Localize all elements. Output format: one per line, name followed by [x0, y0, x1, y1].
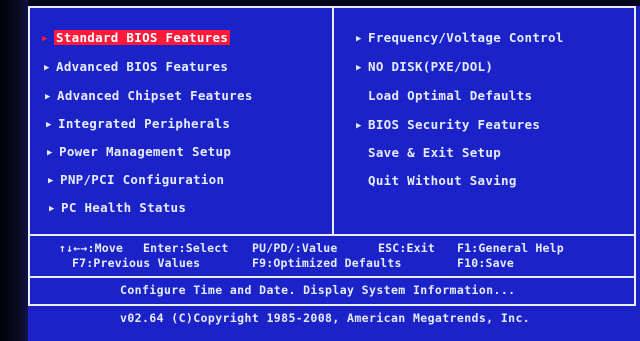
menu-item-pc-health[interactable]: ▶ PC Health Status — [49, 200, 186, 215]
menu-item-power-management[interactable]: ▶ Power Management Setup — [47, 144, 231, 159]
key-hint-optimized: F9:Optimized Defaults — [252, 256, 402, 270]
key-hint-move: ↑↓←→:Move — [59, 241, 124, 255]
key-hint-save: F10:Save — [457, 256, 514, 270]
monitor-bezel-edge — [0, 0, 28, 341]
triangle-right-icon: ▶ — [356, 63, 362, 73]
key-hint-help: F1:General Help — [457, 241, 564, 255]
triangle-right-icon: ▶ — [49, 204, 55, 214]
menu-item-pnp-pci[interactable]: ▶ PNP/PCI Configuration — [48, 172, 224, 187]
menu-item-no-disk[interactable]: ▶ NO DISK(PXE/DOL) — [356, 59, 493, 74]
triangle-right-icon: ▶ — [356, 121, 362, 131]
triangle-right-icon: ▶ — [45, 92, 51, 102]
menu-item-load-optimal-defaults[interactable]: Load Optimal Defaults — [356, 88, 532, 103]
triangle-right-icon: ▶ — [47, 148, 53, 158]
key-hint-value: PU/PD/:Value — [252, 241, 338, 255]
menu-item-bios-security[interactable]: ▶ BIOS Security Features — [356, 117, 540, 132]
triangle-right-icon: ▶ — [48, 176, 54, 186]
menu-item-advanced-chipset[interactable]: ▶ Advanced Chipset Features — [45, 88, 253, 103]
menu-item-integrated-peripherals[interactable]: ▶ Integrated Peripherals — [46, 116, 230, 131]
menu-item-advanced-bios[interactable]: ▶ Advanced BIOS Features — [44, 59, 228, 74]
triangle-right-icon: ▶ — [356, 34, 362, 44]
menu-item-standard-bios[interactable]: ▶ Standard BIOS Features — [42, 30, 231, 45]
menu-divider — [332, 6, 334, 236]
key-hint-select: Enter:Select — [143, 241, 229, 255]
triangle-right-icon: ▶ — [44, 63, 50, 73]
copyright-line: v02.64 (C)Copyright 1985-2008, American … — [120, 311, 531, 325]
key-hint-exit: ESC:Exit — [378, 241, 435, 255]
bios-screen: ▶ Standard BIOS Features ▶ Advanced BIOS F… — [28, 6, 640, 341]
triangle-right-icon: ▶ — [42, 34, 48, 44]
menu-item-save-exit[interactable]: Save & Exit Setup — [356, 145, 501, 160]
key-hint-previous: F7:Previous Values — [72, 256, 201, 270]
triangle-right-icon: ▶ — [46, 120, 52, 130]
menu-item-frequency-voltage[interactable]: ▶ Frequency/Voltage Control — [356, 30, 564, 45]
menu-item-quit-without-saving[interactable]: Quit Without Saving — [356, 173, 517, 188]
status-line: Configure Time and Date. Display System … — [120, 283, 516, 297]
